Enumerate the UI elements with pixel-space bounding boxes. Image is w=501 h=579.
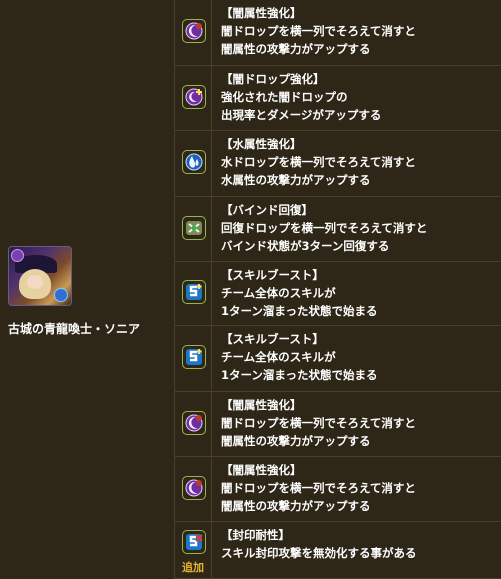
awakening-description-line: 闇属性の攻撃力がアップする <box>221 499 371 513</box>
dark-orb-icon <box>11 249 24 262</box>
awakening-title: 【闇属性強化】 <box>221 463 302 477</box>
awakening-icon-cell <box>175 131 212 196</box>
awakening-text: 【スキルブースト】 チーム全体のスキルが 1ターン溜まった状態で始まる <box>212 326 377 391</box>
awakening-description-line: 闇ドロップを横一列でそろえて消すと <box>221 481 416 495</box>
awakening-description-line: 1ターン溜まった状態で始まる <box>221 304 378 318</box>
awakening-description-line: 1ターン溜まった状態で始まる <box>221 368 378 382</box>
awakening-icon-cell: 追加 <box>175 522 212 578</box>
dark-attribute-enhance-icon[interactable] <box>182 19 206 43</box>
awakening-title: 【水属性強化】 <box>221 137 302 151</box>
awakening-title: 【スキルブースト】 <box>221 332 324 346</box>
awakening-title: 【封印耐性】 <box>221 528 290 542</box>
water-orb-icon <box>54 288 68 302</box>
skill-boost-icon[interactable] <box>182 345 206 369</box>
awakening-row: 【闇属性強化】闇ドロップを横一列でそろえて消すと 闇属性の攻撃力がアップする <box>175 457 501 522</box>
monster-info: 古城の青龍喚士・ソニア <box>8 246 168 337</box>
awakening-table: 古城の青龍喚士・ソニア 【闇属性強化】 闇ドロップを横一列でそろえて消すと 闇属性の… <box>0 0 501 579</box>
dark-attribute-enhance-icon[interactable] <box>182 476 206 500</box>
awakening-icon-cell <box>175 392 212 456</box>
awakening-description-line: 闇ドロップを横一列でそろえて消すと <box>221 416 416 430</box>
awakening-row: 【バインド回復】回復ドロップを横一列でそろえて消すと バインド状態が3ターン回復す… <box>175 197 501 262</box>
awakening-list: 【闇属性強化】 闇ドロップを横一列でそろえて消すと 闇属性の攻撃力がアップする 【闇ド… <box>175 0 501 579</box>
awakening-icon-cell <box>175 0 212 65</box>
awakening-text: 【闇属性強化】闇ドロップを横一列でそろえて消すと 闇属性の攻撃力がアップする <box>212 0 416 65</box>
awakening-title: 【スキルブースト】 <box>221 268 324 282</box>
awakening-row: 【闇属性強化】闇ドロップを横一列でそろえて消すと 闇属性の攻撃力がアップする <box>175 392 501 457</box>
awakening-description-line: チーム全体のスキルが <box>221 350 336 364</box>
awakening-description-line: 水属性の攻撃力がアップする <box>221 173 371 187</box>
awakening-description-line: バインド状態が3ターン回復する <box>221 239 390 253</box>
monster-cell: 古城の青龍喚士・ソニア <box>0 0 175 579</box>
skill-boost-icon[interactable] <box>182 280 206 304</box>
added-badge: 追加 <box>182 561 204 574</box>
awakening-row: 【闇ドロップ強化】強化された闇ドロップの出現率とダメージがアップする <box>175 66 501 131</box>
awakening-text: 【闇属性強化】闇ドロップを横一列でそろえて消すと 闇属性の攻撃力がアップする <box>212 392 416 456</box>
awakening-description-line: 闇ドロップを横一列でそろえて消すと <box>221 24 416 38</box>
awakening-description-line: 闇属性の攻撃力がアップする <box>221 42 371 56</box>
awakening-icon-cell <box>175 197 212 261</box>
awakening-icon-cell <box>175 326 212 391</box>
awakening-description-line: 出現率とダメージがアップする <box>221 108 382 122</box>
awakening-row: 【闇属性強化】闇ドロップを横一列でそろえて消すと 闇属性の攻撃力がアップする <box>175 0 501 66</box>
awakening-description-line: 水ドロップを横一列でそろえて消すと <box>221 155 416 169</box>
awakening-icon-cell <box>175 262 212 325</box>
awakening-title: 【バインド回復】 <box>221 203 313 217</box>
bind-recovery-icon[interactable] <box>182 216 206 240</box>
dark-attribute-enhance-icon[interactable] <box>182 411 206 435</box>
awakening-row: 【水属性強化】水ドロップを横一列でそろえて消すと 水属性の攻撃力がアップする <box>175 131 501 197</box>
awakening-title: 【闇属性強化】 <box>221 6 302 20</box>
awakening-description-line: 強化された闇ドロップの <box>221 90 348 104</box>
awakening-title: 【闇ドロップ強化】 <box>221 72 325 86</box>
awakening-description-line: スキル封印攻撃を無効化する事がある <box>221 546 417 560</box>
awakening-description-line: 回復ドロップを横一列でそろえて消すと <box>221 221 428 235</box>
water-attribute-enhance-icon[interactable] <box>182 150 206 174</box>
awakening-row: 追加 【封印耐性】 スキル封印攻撃を無効化する事がある <box>175 522 501 579</box>
awakening-title: 【闇属性強化】 <box>221 398 302 412</box>
awakening-row: 【スキルブースト】 チーム全体のスキルが 1ターン溜まった状態で始まる <box>175 262 501 326</box>
awakening-description-line: 闇属性の攻撃力がアップする <box>221 434 371 448</box>
awakening-icon-cell <box>175 457 212 521</box>
awakening-text: 【闇ドロップ強化】強化された闇ドロップの出現率とダメージがアップする <box>212 66 381 130</box>
monster-portrait[interactable] <box>8 246 72 306</box>
awakening-icon-cell <box>175 66 212 130</box>
monster-name: 古城の青龍喚士・ソニア <box>8 322 141 336</box>
awakening-row: 【スキルブースト】 チーム全体のスキルが 1ターン溜まった状態で始まる <box>175 326 501 392</box>
awakening-text: 【闇属性強化】闇ドロップを横一列でそろえて消すと 闇属性の攻撃力がアップする <box>212 457 416 521</box>
awakening-description-line: チーム全体のスキルが <box>221 286 336 300</box>
awakening-text: 【封印耐性】スキル封印攻撃を無効化する事がある <box>212 522 417 578</box>
awakening-text: 【スキルブースト】 チーム全体のスキルが 1ターン溜まった状態で始まる <box>212 262 377 325</box>
awakening-text: 【水属性強化】水ドロップを横一列でそろえて消すと 水属性の攻撃力がアップする <box>212 131 416 196</box>
enhanced-dark-orbs-icon[interactable] <box>182 85 206 109</box>
awakening-text: 【バインド回復】回復ドロップを横一列でそろえて消すと バインド状態が3ターン回復す… <box>212 197 427 261</box>
skill-bind-resist-icon[interactable] <box>182 530 206 554</box>
